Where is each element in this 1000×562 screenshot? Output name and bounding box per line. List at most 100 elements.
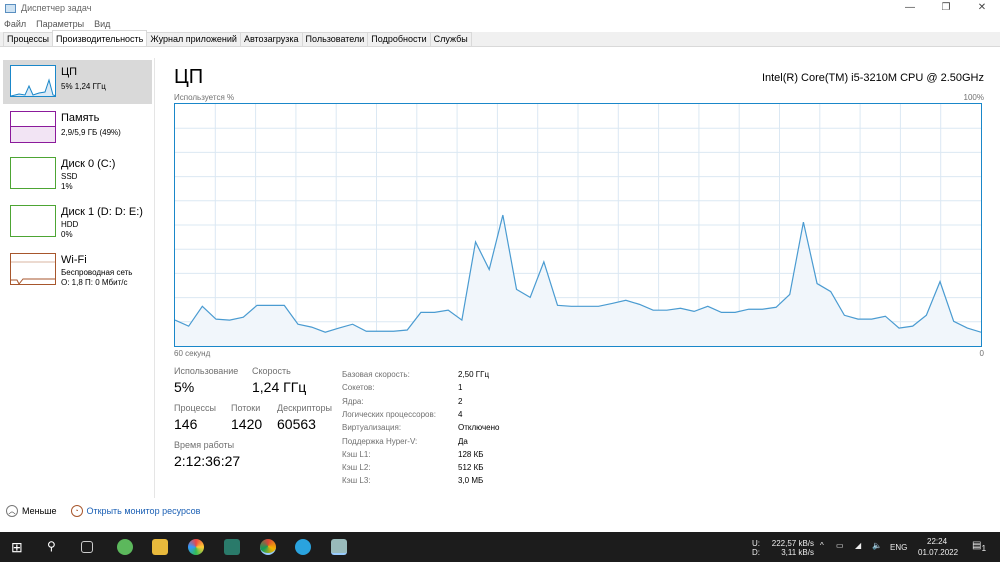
menu-bar: Файл Параметры Вид: [0, 16, 1000, 32]
spec-value: 3,0 МБ: [458, 476, 484, 486]
cpu-graph: [174, 103, 982, 347]
spec-label: Виртуализация:: [342, 423, 402, 433]
sidebar-item-disk1[interactable]: Диск 1 (D: D: E:) HDD 0%: [3, 200, 152, 244]
speed-value: 1,24 ГГц: [252, 379, 307, 395]
spec-label: Кэш L2:: [342, 463, 371, 473]
spec-label: Ядра:: [342, 396, 364, 406]
resource-sidebar: ЦП 5% 1,24 ГГц Память 2,9/5,9 ГБ (49%) Д…: [0, 58, 155, 498]
x-left-label: 60 секунд: [174, 349, 211, 358]
threads-value: 1420: [231, 416, 263, 432]
resource-monitor-icon: ◔: [70, 505, 83, 517]
app-icon[interactable]: [188, 539, 204, 555]
sidebar-disk0-name: Диск 0 (C:): [61, 158, 116, 170]
task-manager-icon: [5, 3, 16, 13]
sidebar-disk0-value: 1%: [61, 182, 73, 191]
speed-label: Скорость: [252, 366, 291, 376]
notification-icon[interactable]: ▤1: [972, 540, 986, 553]
spec-value: 2,50 ГГц: [458, 370, 490, 379]
tab-startup[interactable]: Автозагрузка: [239, 32, 303, 46]
download-speed: 3,11 kB/s: [781, 548, 814, 557]
tab-performance[interactable]: Производительность: [52, 30, 148, 46]
chevron-up-tray-icon[interactable]: ^: [820, 541, 824, 550]
spec-value: Да: [458, 436, 468, 446]
upload-label: U:: [752, 539, 760, 548]
volume-icon[interactable]: 🔈: [872, 541, 882, 550]
y-max-label: 100%: [963, 93, 984, 102]
footer: ︿ Меньше ◔ Открыть монитор ресурсов: [0, 505, 200, 517]
battery-icon[interactable]: ▭: [836, 541, 844, 550]
menu-view[interactable]: Вид: [94, 19, 110, 29]
wifi-thumbnail: [10, 253, 56, 285]
wifi-icon[interactable]: ◢: [855, 541, 861, 550]
spec-value: Отключено: [458, 423, 500, 433]
disk1-thumbnail: [10, 205, 56, 237]
chrome-icon[interactable]: [260, 539, 276, 555]
sidebar-item-wifi[interactable]: Wi-Fi Беспроводная сеть О: 1,8 П: 0 Мбит…: [3, 248, 152, 292]
sidebar-disk1-value: 0%: [61, 230, 73, 239]
sidebar-item-disk0[interactable]: Диск 0 (C:) SSD 1%: [3, 152, 152, 196]
sidebar-cpu-value: 5% 1,24 ГГц: [61, 82, 106, 91]
sidebar-item-memory[interactable]: Память 2,9/5,9 ГБ (49%): [3, 106, 152, 150]
page-title: ЦП: [174, 66, 204, 88]
tab-users[interactable]: Пользователи: [301, 32, 369, 46]
tab-services[interactable]: Службы: [429, 32, 472, 46]
spec-value: 1: [458, 383, 463, 393]
sidebar-wifi-type: Беспроводная сеть: [61, 268, 133, 277]
task-view-icon[interactable]: [81, 541, 93, 553]
chevron-up-icon[interactable]: ︿: [6, 505, 18, 517]
cpu-thumbnail: [10, 65, 56, 97]
menu-options[interactable]: Параметры: [36, 19, 84, 29]
cpu-chart: [174, 104, 982, 346]
windows-start-icon[interactable]: ⊞: [11, 539, 27, 555]
processes-value: 146: [174, 416, 198, 432]
handles-value: 60563: [277, 416, 316, 432]
file-explorer-icon[interactable]: [152, 539, 168, 555]
maximize-button[interactable]: ❐: [928, 0, 964, 16]
sidebar-memory-value: 2,9/5,9 ГБ (49%): [61, 128, 121, 137]
uptime-value: 2:12:36:27: [174, 453, 241, 469]
fewer-details-button[interactable]: Меньше: [22, 506, 57, 516]
clock-date[interactable]: 01.07.2022: [918, 548, 958, 557]
handles-label: Дескрипторы: [277, 403, 332, 413]
spec-value: 4: [458, 409, 463, 419]
spec-value: 128 КБ: [458, 449, 484, 459]
sidebar-cpu-name: ЦП: [61, 66, 78, 78]
open-resource-monitor-link[interactable]: Открыть монитор ресурсов: [87, 506, 201, 516]
tab-bar: Процессы Производительность Журнал прило…: [0, 30, 1000, 47]
close-button[interactable]: ✕: [964, 0, 1000, 16]
spec-label: Поддержка Hyper-V:: [342, 436, 418, 446]
sidebar-wifi-value: О: 1,8 П: 0 Мбит/с: [61, 278, 128, 287]
spec-value: 512 КБ: [458, 463, 484, 473]
uptime-label: Время работы: [174, 440, 235, 450]
sidebar-disk0-type: SSD: [61, 172, 78, 181]
spec-label: Логических процессоров:: [342, 409, 436, 419]
sidebar-disk1-type: HDD: [61, 220, 79, 229]
spec-value: 2: [458, 396, 463, 406]
minimize-button[interactable]: —: [892, 0, 928, 16]
clock-time[interactable]: 22:24: [927, 537, 947, 546]
sidebar-item-cpu[interactable]: ЦП 5% 1,24 ГГц: [3, 60, 152, 104]
telegram-icon[interactable]: [295, 539, 311, 555]
memory-thumbnail: [10, 111, 56, 143]
tab-app-history[interactable]: Журнал приложений: [146, 32, 241, 46]
utorrent-icon[interactable]: [117, 539, 133, 555]
task-manager-taskbar-icon[interactable]: [331, 539, 347, 555]
language-indicator[interactable]: ENG: [890, 543, 907, 552]
x-right-label: 0: [979, 349, 984, 358]
sidebar-disk1-name: Диск 1 (D: D: E:): [61, 206, 143, 218]
download-label: D:: [752, 548, 760, 557]
tab-details[interactable]: Подробности: [367, 32, 431, 46]
window-title: Диспетчер задач: [21, 3, 92, 13]
upload-speed: 222,57 kB/s: [771, 539, 814, 548]
sidebar-memory-name: Память: [61, 112, 100, 124]
search-icon[interactable]: ⚲: [47, 539, 63, 555]
menu-file[interactable]: Файл: [4, 19, 26, 29]
tab-processes[interactable]: Процессы: [3, 32, 54, 46]
title-bar: Диспетчер задач: [0, 0, 1000, 16]
processes-label: Процессы: [174, 403, 217, 413]
spec-label: Базовая скорость:: [342, 370, 410, 379]
installer-icon[interactable]: [224, 539, 240, 555]
usage-value: 5%: [174, 379, 195, 395]
spec-label: Кэш L3:: [342, 476, 371, 486]
notification-count: 1: [981, 543, 987, 553]
